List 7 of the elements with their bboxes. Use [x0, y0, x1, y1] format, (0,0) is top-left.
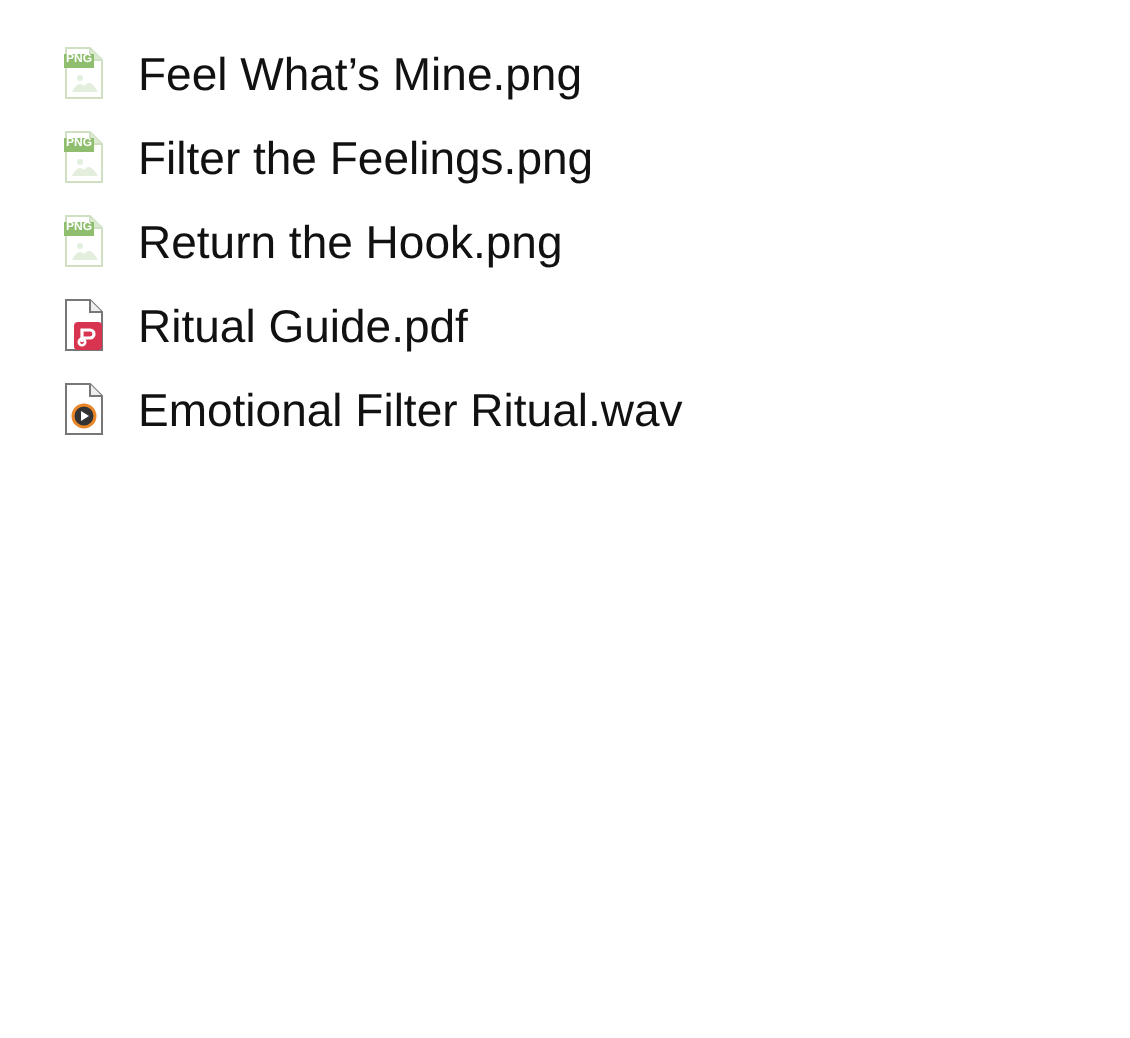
- audio-file-icon: [62, 382, 106, 436]
- pdf-file-icon: [62, 298, 106, 352]
- file-name: Emotional Filter Ritual.wav: [138, 383, 683, 437]
- file-name: Ritual Guide.pdf: [138, 299, 468, 353]
- file-name: Filter the Feelings.png: [138, 131, 594, 185]
- file-name: Return the Hook.png: [138, 215, 563, 269]
- file-name: Feel What’s Mine.png: [138, 47, 583, 101]
